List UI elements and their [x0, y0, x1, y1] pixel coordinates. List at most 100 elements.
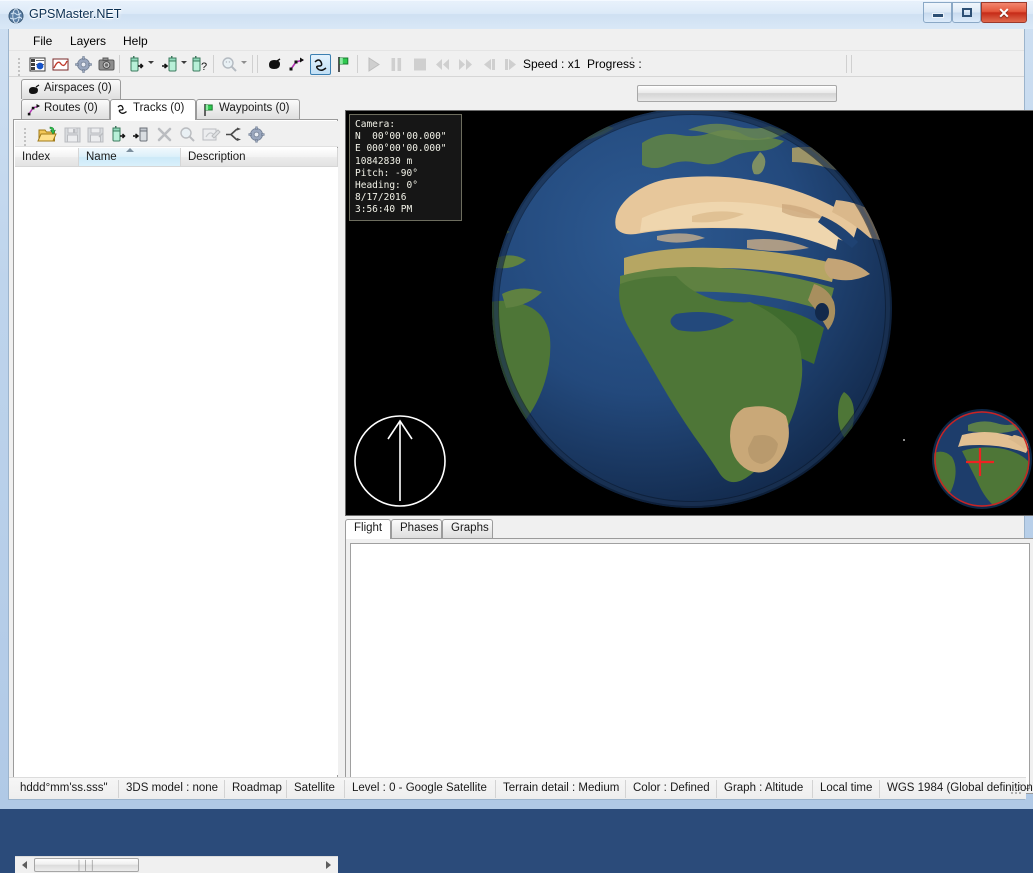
north-arrow-compass[interactable] [350, 409, 450, 509]
split-icon[interactable] [223, 124, 244, 145]
status-graph[interactable]: Graph : Altitude [716, 780, 812, 798]
globe-icon [8, 8, 24, 24]
tracks-panel: Index Name Description │││ [13, 119, 338, 873]
svg-text:?: ? [201, 61, 207, 73]
camera-info-overlay: Camera: N 00°00'00.000" E 000°00'00.000"… [349, 114, 462, 221]
gps-download-icon[interactable] [126, 54, 147, 75]
routes-icon[interactable] [287, 54, 308, 75]
flight-content-area[interactable] [350, 543, 1030, 789]
playback-progress-bar[interactable] [637, 85, 837, 102]
scroll-left-button[interactable] [16, 857, 33, 873]
settings-gear-icon[interactable] [73, 54, 94, 75]
delete-icon[interactable] [154, 124, 175, 145]
menu-file[interactable]: File [25, 32, 60, 50]
toolbar-separator [252, 55, 253, 73]
main-toolbar: ? Speed: x1 Progress: [9, 51, 1024, 77]
save-as-icon[interactable] [85, 124, 106, 145]
close-icon: ✕ [998, 4, 1010, 21]
list-toolbar-grip[interactable] [23, 126, 27, 146]
tab-waypoints[interactable]: Waypoints (0) [196, 99, 300, 119]
gps-download-dropdown-arrow[interactable] [148, 61, 154, 64]
open-file-icon[interactable] [37, 124, 58, 145]
airspaces-icon[interactable] [264, 54, 285, 75]
gps-upload-icon[interactable] [160, 54, 181, 75]
status-color[interactable]: Color : Defined [625, 780, 716, 798]
tab-flight[interactable]: Flight [345, 519, 391, 539]
gps-upload-icon[interactable] [131, 124, 152, 145]
menu-bar: File Layers Help [9, 29, 1024, 51]
airspaces-icon [26, 82, 42, 98]
column-header-name-label: Name [86, 151, 117, 163]
rewind-icon[interactable] [432, 54, 453, 75]
toolbar-grip[interactable] [17, 56, 21, 76]
tab-routes[interactable]: Routes (0) [21, 99, 110, 119]
toolbar-separator [851, 55, 852, 73]
status-3ds-model[interactable]: 3DS model : none [118, 780, 224, 798]
window-title: GPSMaster.NET [29, 7, 122, 21]
globe-viewport[interactable]: Camera: N 00°00'00.000" E 000°00'00.000"… [345, 110, 1033, 516]
step-back-icon[interactable] [478, 54, 499, 75]
tracks-icon[interactable] [310, 54, 331, 75]
earth-globe[interactable] [492, 111, 892, 508]
save-icon[interactable] [62, 124, 83, 145]
list-column-header: Index Name Description [15, 148, 338, 167]
toolbar-separator [846, 55, 847, 73]
tab-phases[interactable]: Phases [391, 519, 442, 538]
gps-help-icon[interactable]: ? [189, 54, 210, 75]
menu-help[interactable]: Help [115, 32, 156, 50]
status-terrain-detail[interactable]: Terrain detail : Medium [495, 780, 625, 798]
toolbar-separator [213, 55, 214, 73]
scrollbar-thumb[interactable]: │││ [34, 858, 139, 872]
tab-phases-label: Phases [400, 522, 439, 534]
properties-gear-icon[interactable] [246, 124, 267, 145]
maximize-button[interactable] [952, 2, 981, 23]
column-header-name[interactable]: Name [79, 148, 181, 167]
step-forward-icon[interactable] [501, 54, 522, 75]
search-dropdown-arrow[interactable] [241, 61, 247, 64]
scrollbar-thumb-grip: │││ [76, 860, 97, 870]
tab-flight-label: Flight [354, 522, 383, 534]
gps-download-icon[interactable] [108, 124, 129, 145]
progress-grip[interactable] [630, 55, 634, 71]
search-zoom-icon[interactable] [219, 54, 240, 75]
toolbar-separator [119, 55, 120, 73]
menu-layers[interactable]: Layers [62, 32, 114, 50]
status-bar: hddd°mm'ss.sss" 3DS model : none Roadmap… [9, 777, 1033, 799]
edit-icon[interactable] [200, 124, 221, 145]
status-zoom-level[interactable]: Level : 0 - Google Satellite [344, 780, 495, 798]
zoom-icon[interactable] [177, 124, 198, 145]
waypoints-icon [201, 102, 217, 118]
column-header-index[interactable]: Index [15, 148, 79, 167]
status-roadmap[interactable]: Roadmap [224, 780, 286, 798]
tab-tracks[interactable]: Tracks (0) [110, 99, 196, 120]
status-datum[interactable]: WGS 1984 (Global definition) [879, 780, 1033, 798]
chart-icon[interactable] [50, 54, 71, 75]
scroll-right-button[interactable] [320, 857, 337, 873]
play-icon[interactable] [363, 54, 384, 75]
close-button[interactable]: ✕ [981, 2, 1027, 23]
status-local-time[interactable]: Local time [812, 780, 879, 798]
minimize-button[interactable] [923, 2, 952, 23]
client-area: File Layers Help ? Speed: x1 Progress:… [8, 29, 1033, 873]
status-coordinate-format[interactable]: hddd°mm'ss.sss" [13, 780, 118, 798]
fast-forward-icon[interactable] [455, 54, 476, 75]
satellite-dot [903, 439, 905, 441]
database-icon[interactable] [27, 54, 48, 75]
routes-icon [26, 102, 42, 118]
tracks-list[interactable] [15, 167, 338, 775]
tab-airspaces[interactable]: Airspaces (0) [21, 79, 121, 99]
tab-airspaces-label: Airspaces (0) [44, 82, 112, 94]
camera-icon[interactable] [96, 54, 117, 75]
status-satellite[interactable]: Satellite [286, 780, 344, 798]
pause-icon[interactable] [386, 54, 407, 75]
mini-globe-overview[interactable] [932, 409, 1032, 509]
stop-icon[interactable] [409, 54, 430, 75]
waypoints-icon[interactable] [333, 54, 354, 75]
minimize-icon [924, 3, 951, 22]
gps-upload-dropdown-arrow[interactable] [181, 61, 187, 64]
list-horizontal-scrollbar[interactable]: │││ [15, 856, 338, 873]
resize-grip[interactable] [1011, 784, 1023, 796]
tab-graphs[interactable]: Graphs [442, 519, 493, 538]
column-header-description[interactable]: Description [181, 148, 338, 167]
tab-waypoints-label: Waypoints (0) [219, 102, 290, 114]
